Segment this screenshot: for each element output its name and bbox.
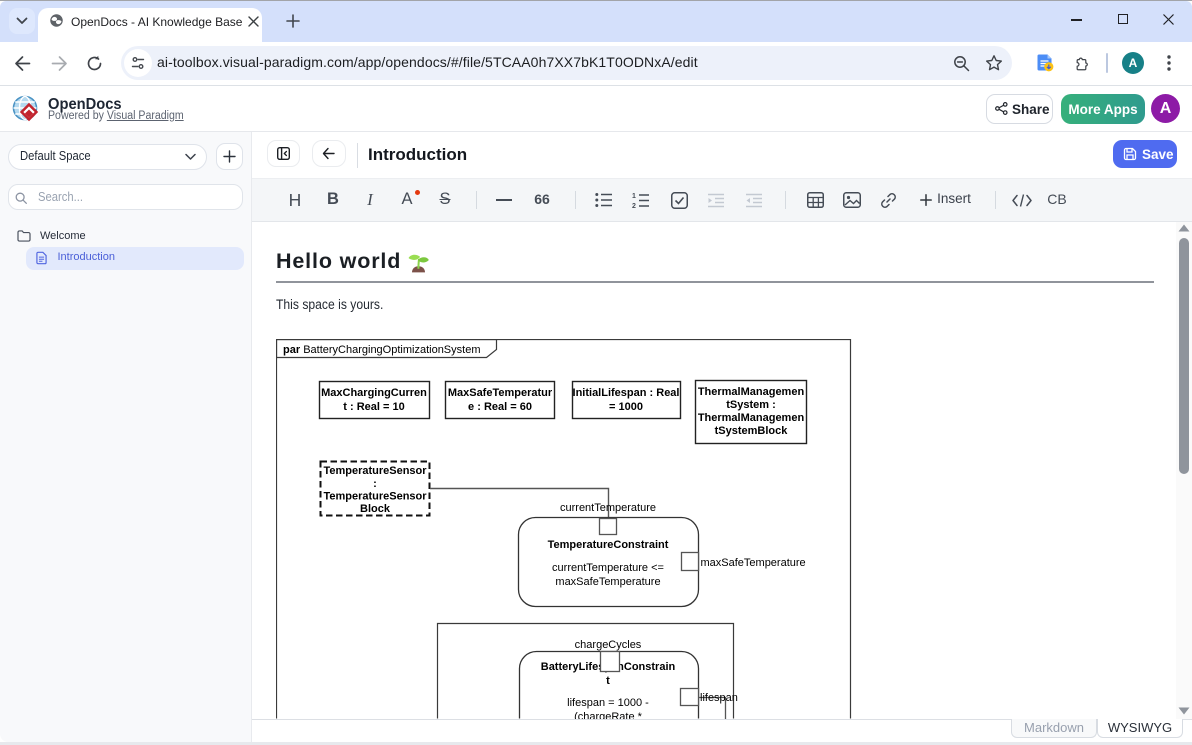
svg-text:currentTemperature <=: currentTemperature <=	[552, 562, 664, 574]
svg-text:= 1000: = 1000	[609, 401, 643, 413]
svg-text:e : Real = 60: e : Real = 60	[468, 401, 532, 413]
svg-text:1: 1	[632, 193, 636, 200]
svg-text:(chargeRate *: (chargeRate *	[574, 711, 643, 719]
svg-text:2: 2	[632, 203, 636, 209]
svg-text:TemperatureSensor: TemperatureSensor	[323, 465, 427, 477]
svg-text:TemperatureSensor: TemperatureSensor	[323, 491, 427, 503]
svg-text::: :	[373, 478, 377, 490]
svg-text:ThermalManagemen: ThermalManagemen	[698, 412, 805, 424]
svg-text:tSystem :: tSystem :	[726, 399, 776, 411]
svg-text:maxSafeTemperature: maxSafeTemperature	[555, 576, 660, 588]
svg-text:t: t	[606, 675, 610, 687]
svg-text:MaxChargingCurren: MaxChargingCurren	[321, 387, 427, 399]
svg-text:currentTemperature: currentTemperature	[560, 502, 656, 514]
svg-text:t : Real = 10: t : Real = 10	[343, 401, 404, 413]
svg-text:chargeCycles: chargeCycles	[575, 639, 642, 651]
svg-text:MaxSafeTemperatur: MaxSafeTemperatur	[448, 387, 553, 399]
svg-text:par BatteryChargingOptimizatio: par BatteryChargingOptimizationSystem	[283, 344, 480, 356]
svg-text:TemperatureConstraint: TemperatureConstraint	[548, 539, 669, 551]
svg-text:lifespan = 1000 -: lifespan = 1000 -	[567, 697, 649, 709]
svg-text:ThermalManagemen: ThermalManagemen	[698, 386, 805, 398]
svg-text:tSystemBlock: tSystemBlock	[715, 425, 789, 437]
svg-text:Block: Block	[360, 503, 391, 515]
svg-text:lifespan: lifespan	[700, 692, 738, 704]
svg-text:InitialLifespan : Real: InitialLifespan : Real	[573, 387, 680, 399]
svg-text:maxSafeTemperature: maxSafeTemperature	[701, 557, 806, 569]
